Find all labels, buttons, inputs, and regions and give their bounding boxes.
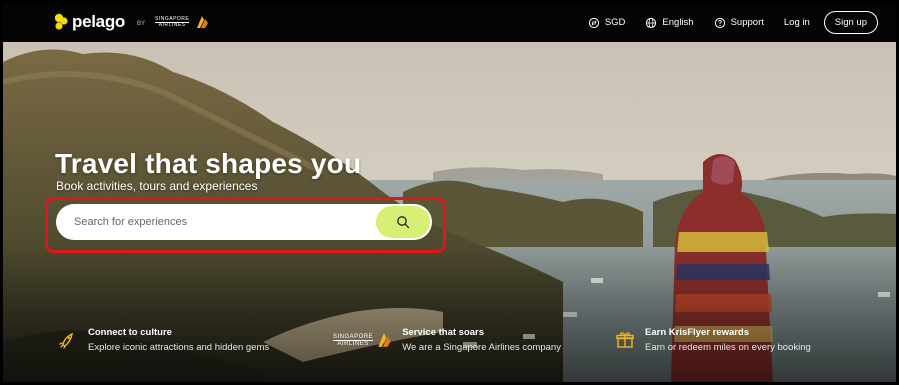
support-link[interactable]: Support (714, 17, 764, 29)
hero-headline: Travel that shapes you (55, 148, 362, 179)
benefit-text: Connect to culture Explore iconic attrac… (88, 327, 269, 353)
hero-section: Travel that shapes you Book activities, … (3, 42, 896, 382)
login-button[interactable]: Log in (784, 17, 810, 28)
partner-line-2: AIRLINES (155, 21, 190, 28)
gift-icon (616, 332, 634, 348)
browser-viewport: pelago BY SINGAPORE AIRLINES SGD English… (3, 3, 896, 382)
hero-subline: Book activities, tours and experiences (56, 179, 258, 193)
benefit-krisflyer-rewards: Earn KrisFlyer rewards Earn or redeem mi… (615, 327, 811, 353)
sia-bird-icon (197, 16, 209, 28)
search-icon (397, 216, 410, 229)
benefit-desc: Earn or redeem miles on every booking (645, 342, 811, 353)
language-label: English (662, 17, 694, 28)
benefit-title: Earn KrisFlyer rewards (645, 327, 750, 338)
signup-label: Sign up (834, 17, 867, 28)
benefit-text: Earn KrisFlyer rewards Earn or redeem mi… (645, 327, 811, 353)
brand-logo[interactable]: pelago BY SINGAPORE AIRLINES (54, 12, 209, 32)
search-button[interactable] (376, 206, 430, 238)
pelago-mark-icon (54, 13, 68, 30)
search-input[interactable] (74, 216, 374, 228)
sia-logo-line-1: SINGAPORE (333, 333, 374, 340)
benefit-service-soars: SINGAPORE AIRLINES Service that soars We… (333, 327, 561, 353)
partner-logo-text: SINGAPORE AIRLINES (155, 15, 190, 28)
rocket-icon (59, 332, 73, 349)
sia-logo-line-2: AIRLINES (333, 339, 374, 347)
brand-by-text: BY (137, 20, 146, 27)
support-label: Support (730, 17, 764, 28)
language-selector[interactable]: English (645, 17, 694, 29)
signup-button[interactable]: Sign up (823, 11, 878, 34)
partner-line-1: SINGAPORE (155, 15, 190, 22)
benefit-connect-culture: Connect to culture Explore iconic attrac… (58, 327, 269, 353)
benefit-title: Connect to culture (88, 327, 172, 338)
nav-actions: SGD English Support Log in Sign up (568, 3, 878, 42)
search-bar (56, 204, 432, 240)
singapore-airlines-logo: SINGAPORE AIRLINES (333, 332, 392, 348)
benefit-title: Service that soars (402, 327, 485, 338)
benefit-desc: We are a Singapore Airlines company (402, 342, 561, 353)
currency-selector[interactable]: SGD (588, 17, 626, 29)
currency-exchange-icon (588, 17, 599, 28)
currency-label: SGD (604, 17, 626, 28)
benefit-text: Service that soars We are a Singapore Ai… (402, 327, 561, 353)
sia-bird-icon (378, 333, 392, 347)
brand-name: pelago (72, 12, 125, 31)
help-circle-icon (714, 17, 725, 28)
globe-icon (646, 17, 657, 28)
top-navbar: pelago BY SINGAPORE AIRLINES SGD English… (3, 3, 896, 42)
login-label: Log in (783, 17, 810, 28)
benefit-desc: Explore iconic attractions and hidden ge… (88, 342, 270, 353)
